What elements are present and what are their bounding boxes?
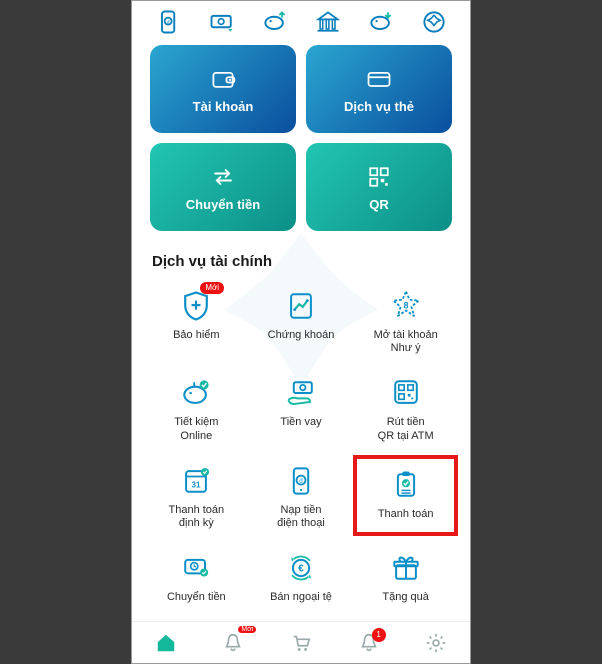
mobile-topup-icon[interactable]: đ	[154, 7, 184, 37]
svc-label: Chứng khoán	[268, 329, 335, 342]
svc-label: Nạp tiền điện thoại	[277, 504, 325, 530]
svg-text:đ: đ	[299, 478, 303, 485]
svg-text:31: 31	[192, 480, 201, 489]
piggy-check-icon	[176, 373, 216, 413]
tile-label: Tài khoản	[193, 99, 254, 114]
svc-savings-online[interactable]: Tiết kiệm Online	[144, 367, 249, 448]
svc-label: Bảo hiểm	[173, 329, 219, 342]
qr-tile[interactable]: QR	[306, 143, 452, 231]
card-services-tile[interactable]: Dịch vụ thẻ	[306, 45, 452, 133]
new-badge: Mới	[238, 626, 256, 633]
rewards-icon[interactable]	[419, 7, 449, 37]
transfer-tile[interactable]: Chuyển tiền	[150, 143, 296, 231]
savings-deposit-icon[interactable]	[260, 7, 290, 37]
alert-count-badge: 1	[372, 628, 386, 642]
svc-scheduled-transfer[interactable]: Chuyển tiền	[144, 542, 249, 612]
cash-transfer-icon[interactable]	[207, 7, 237, 37]
svc-sell-fx[interactable]: € Bán ngoại tệ	[249, 542, 354, 612]
star-8-icon: 8	[386, 286, 426, 326]
tile-label: QR	[369, 197, 389, 212]
invoice-check-icon	[386, 465, 426, 505]
svc-mobile-topup[interactable]: đ Nạp tiền điện thoại	[249, 455, 354, 536]
qr-cash-icon	[386, 373, 426, 413]
svc-label: Thanh toán	[378, 508, 434, 521]
svg-text:€: €	[298, 564, 304, 575]
phone-d-icon: đ	[281, 461, 321, 501]
svc-label: Mở tài khoản Như ý	[374, 329, 438, 355]
calendar-31-icon: 31	[176, 461, 216, 501]
svc-qr-atm[interactable]: Rút tiền QR tại ATM	[353, 367, 458, 448]
nav-settings[interactable]	[423, 630, 449, 656]
euro-cycle-icon: €	[281, 548, 321, 588]
main-tiles: Tài khoản Dịch vụ thẻ Chuyển tiền QR	[132, 45, 470, 241]
hand-cash-icon	[281, 373, 321, 413]
svc-recurring-payment[interactable]: 31 Thanh toán định kỳ	[144, 455, 249, 536]
account-tile[interactable]: Tài khoản	[150, 45, 296, 133]
svc-payment[interactable]: Thanh toán	[353, 455, 458, 536]
svc-label: Tặng quà	[382, 591, 428, 604]
svc-label: Tiền vay	[280, 416, 321, 429]
qr-icon	[365, 163, 393, 191]
svc-loan[interactable]: Tiền vay	[249, 367, 354, 448]
savings-withdraw-icon[interactable]	[366, 7, 396, 37]
svc-securities[interactable]: Chứng khoán	[249, 280, 354, 361]
svc-label: Chuyển tiền	[167, 591, 226, 604]
section-title: Dịch vụ tài chính	[132, 241, 470, 276]
gift-icon	[386, 548, 426, 588]
card-icon	[365, 65, 393, 93]
wallet-icon	[209, 65, 237, 93]
nav-notifications[interactable]: Mới	[220, 630, 246, 656]
tile-label: Chuyển tiền	[186, 197, 260, 212]
svc-label: Thanh toán định kỳ	[169, 504, 225, 530]
svc-insurance[interactable]: Mới Bảo hiểm	[144, 280, 249, 361]
gear-icon	[425, 632, 447, 654]
top-shortcut-row: đ	[132, 1, 470, 45]
svc-open-account[interactable]: 8 Mở tài khoản Như ý	[353, 280, 458, 361]
nav-alerts[interactable]: 1	[356, 630, 382, 656]
cart-icon	[290, 632, 312, 654]
svc-label: Bán ngoại tệ	[270, 591, 332, 604]
svc-label: Rút tiền QR tại ATM	[378, 416, 434, 442]
svg-text:đ: đ	[166, 20, 169, 26]
clock-card-icon	[176, 548, 216, 588]
nav-home[interactable]	[153, 630, 179, 656]
chart-icon	[281, 286, 321, 326]
app-screen: đ Tài khoản	[131, 0, 471, 664]
svc-label: Tiết kiệm Online	[174, 416, 218, 442]
services-grid: Mới Bảo hiểm Chứng khoán 8 Mở tài khoản …	[132, 276, 470, 620]
bottom-nav: Mới 1	[132, 621, 470, 663]
bell-icon	[222, 632, 244, 654]
transfer-icon	[209, 163, 237, 191]
svc-gift[interactable]: Tặng quà	[353, 542, 458, 612]
nav-cart[interactable]	[288, 630, 314, 656]
scroll-content[interactable]: đ Tài khoản	[132, 1, 470, 621]
new-badge: Mới	[200, 282, 224, 294]
home-icon	[155, 632, 177, 654]
bank-building-icon[interactable]	[313, 7, 343, 37]
tile-label: Dịch vụ thẻ	[344, 99, 414, 114]
svg-text:8: 8	[403, 301, 408, 311]
